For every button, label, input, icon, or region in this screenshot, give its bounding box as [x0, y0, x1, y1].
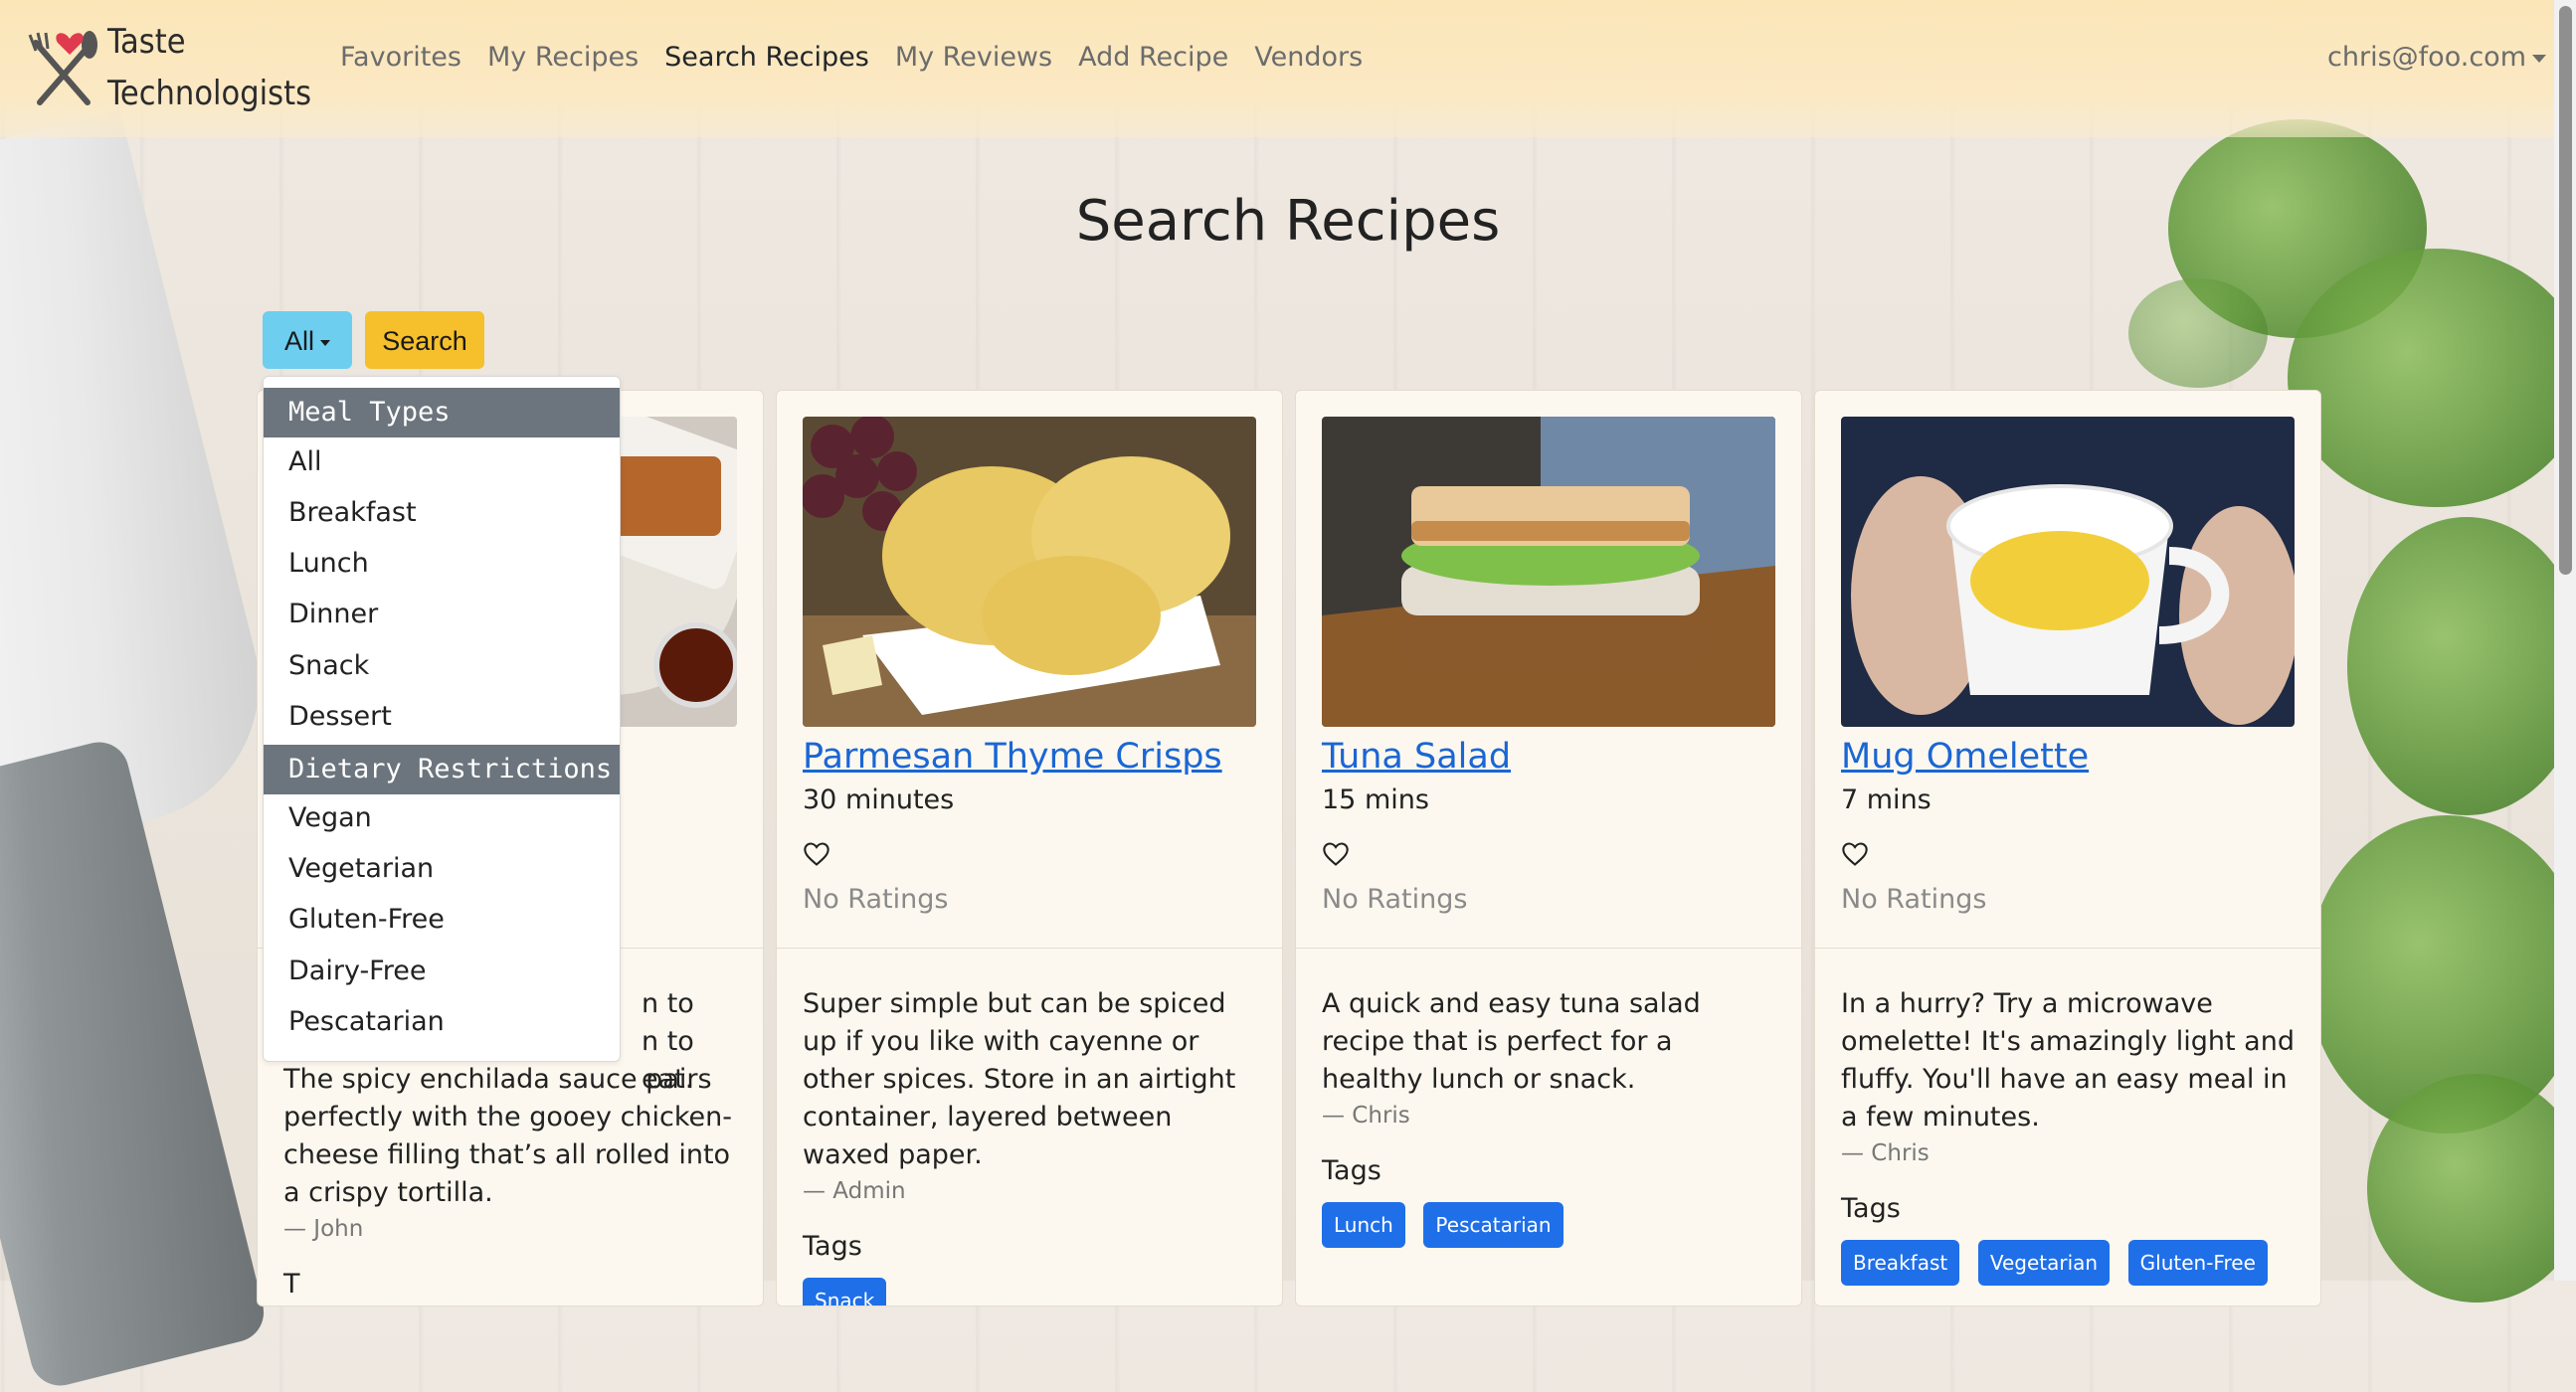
recipe-title-link[interactable]: Parmesan Thyme Crisps — [803, 737, 1222, 777]
recipe-description-text: Super simple but can be spiced up if you… — [803, 988, 1236, 1170]
card-separator — [1815, 948, 2320, 949]
dropdown-item-gluten-free[interactable]: Gluten-Free — [288, 904, 445, 935]
dropdown-item-vegan[interactable]: Vegan — [288, 802, 372, 833]
scrollbar-thumb[interactable] — [2559, 6, 2572, 575]
filter-label: All — [283, 326, 314, 356]
dropdown-item-breakfast[interactable]: Breakfast — [288, 497, 417, 528]
tag-snack[interactable]: Snack — [803, 1278, 887, 1305]
tag-list: Lunch Pescatarian — [1322, 1196, 1779, 1248]
nav-vendors[interactable]: Vendors — [1254, 42, 1363, 73]
dropdown-item-all[interactable]: All — [288, 446, 321, 477]
tag-list: Breakfast Vegetarian Gluten-Free — [1841, 1234, 2299, 1286]
brand-line-2: Technologists — [107, 74, 312, 113]
filter-dropdown-button[interactable]: All — [263, 311, 352, 369]
recipe-image[interactable] — [1322, 417, 1775, 727]
recipe-description: In a hurry? Try a microwave omelette! It… — [1841, 985, 2299, 1286]
nav-my-reviews[interactable]: My Reviews — [895, 42, 1052, 73]
dropdown-item-lunch[interactable]: Lunch — [288, 548, 369, 579]
recipe-description-text: In a hurry? Try a microwave omelette! It… — [1841, 988, 2295, 1132]
brand-name: Taste Technologists — [107, 16, 311, 119]
card-separator — [1296, 948, 1801, 949]
recipe-author: — Chris — [1322, 1103, 1410, 1129]
caret-down-icon — [2532, 54, 2546, 63]
brand[interactable]: Taste Technologists — [28, 16, 311, 119]
filter-dropdown-menu: Meal Types All Breakfast Lunch Dinner Sn… — [263, 376, 621, 1062]
card-separator — [777, 948, 1282, 949]
brand-line-1: Taste — [107, 22, 186, 62]
recipe-time: 15 mins — [1322, 784, 1429, 815]
tag-gluten-free[interactable]: Gluten-Free — [2127, 1240, 2268, 1286]
recipe-image[interactable] — [1841, 417, 2295, 727]
user-email: chris@foo.com — [2327, 42, 2526, 73]
dropdown-item-dairy-free[interactable]: Dairy-Free — [288, 956, 426, 986]
recipe-time: 7 mins — [1841, 784, 1932, 815]
heart-outline-icon[interactable] — [1322, 840, 1350, 868]
nav-search-recipes[interactable]: Search Recipes — [664, 42, 869, 73]
dropdown-item-pescatarian[interactable]: Pescatarian — [288, 1006, 445, 1037]
search-button[interactable]: Search — [365, 311, 484, 369]
background-knife-handle — [0, 736, 271, 1392]
desc-fragment-1: n to — [642, 988, 694, 1019]
page-scrollbar[interactable] — [2554, 0, 2576, 1281]
recipe-card: Mug Omelette 7 mins No Ratings In a hurr… — [1814, 390, 2321, 1306]
tags-label: Tags — [1841, 1193, 1901, 1224]
recipe-card: Parmesan Thyme Crisps 30 minutes No Rati… — [776, 390, 1283, 1306]
user-menu[interactable]: chris@foo.com — [2327, 42, 2546, 73]
recipe-description: A quick and easy tuna salad recipe that … — [1322, 985, 1779, 1248]
dropdown-header-dietary: Dietary Restrictions — [264, 745, 620, 794]
nav-add-recipe[interactable]: Add Recipe — [1078, 42, 1228, 73]
desc-fragment-2: n to eat. — [642, 1026, 694, 1095]
tag-breakfast[interactable]: Breakfast — [1841, 1240, 1960, 1286]
ratings-text: No Ratings — [1322, 884, 1468, 915]
recipe-image[interactable] — [803, 417, 1256, 727]
recipe-card: Tuna Salad 15 mins No Ratings A quick an… — [1295, 390, 1802, 1306]
ratings-text: No Ratings — [803, 884, 949, 915]
tags-label: Tags — [1322, 1155, 1381, 1186]
recipe-title-link[interactable]: Mug Omelette — [1841, 737, 2089, 777]
top-navbar: Taste Technologists Favorites My Recipes… — [0, 0, 2576, 137]
caret-down-icon — [320, 339, 330, 346]
tag-pescatarian[interactable]: Pescatarian — [1423, 1202, 1564, 1248]
dropdown-item-dessert[interactable]: Dessert — [288, 701, 392, 732]
tag-vegetarian[interactable]: Vegetarian — [1977, 1240, 2111, 1286]
fork-knife-heart-icon — [28, 23, 99, 112]
ratings-text: No Ratings — [1841, 884, 1987, 915]
tag-list: Snack — [803, 1272, 1260, 1305]
recipe-description-text: A quick and easy tuna salad recipe that … — [1322, 988, 1701, 1095]
heart-outline-icon[interactable] — [1841, 840, 1869, 868]
nav-favorites[interactable]: Favorites — [340, 42, 461, 73]
page-title: Search Recipes — [1075, 189, 1501, 254]
recipe-author: — Chris — [1841, 1140, 1930, 1166]
recipe-title-link[interactable]: Tuna Salad — [1322, 737, 1511, 777]
dropdown-item-snack[interactable]: Snack — [288, 650, 369, 681]
nav-links: Favorites My Recipes Search Recipes My R… — [340, 42, 1388, 73]
dropdown-header-meal-types: Meal Types — [264, 388, 620, 437]
dropdown-item-vegetarian[interactable]: Vegetarian — [288, 853, 434, 884]
nav-my-recipes[interactable]: My Recipes — [487, 42, 639, 73]
recipe-author: — John — [283, 1216, 364, 1242]
recipe-description: Super simple but can be spiced up if you… — [803, 985, 1260, 1305]
dropdown-item-dinner[interactable]: Dinner — [288, 599, 378, 629]
recipe-author: — Admin — [803, 1178, 906, 1204]
tags-label: Tags — [803, 1231, 862, 1262]
tags-label: T — [283, 1269, 300, 1300]
recipe-time: 30 minutes — [803, 784, 955, 815]
heart-outline-icon[interactable] — [803, 840, 830, 868]
tag-lunch[interactable]: Lunch — [1322, 1202, 1405, 1248]
